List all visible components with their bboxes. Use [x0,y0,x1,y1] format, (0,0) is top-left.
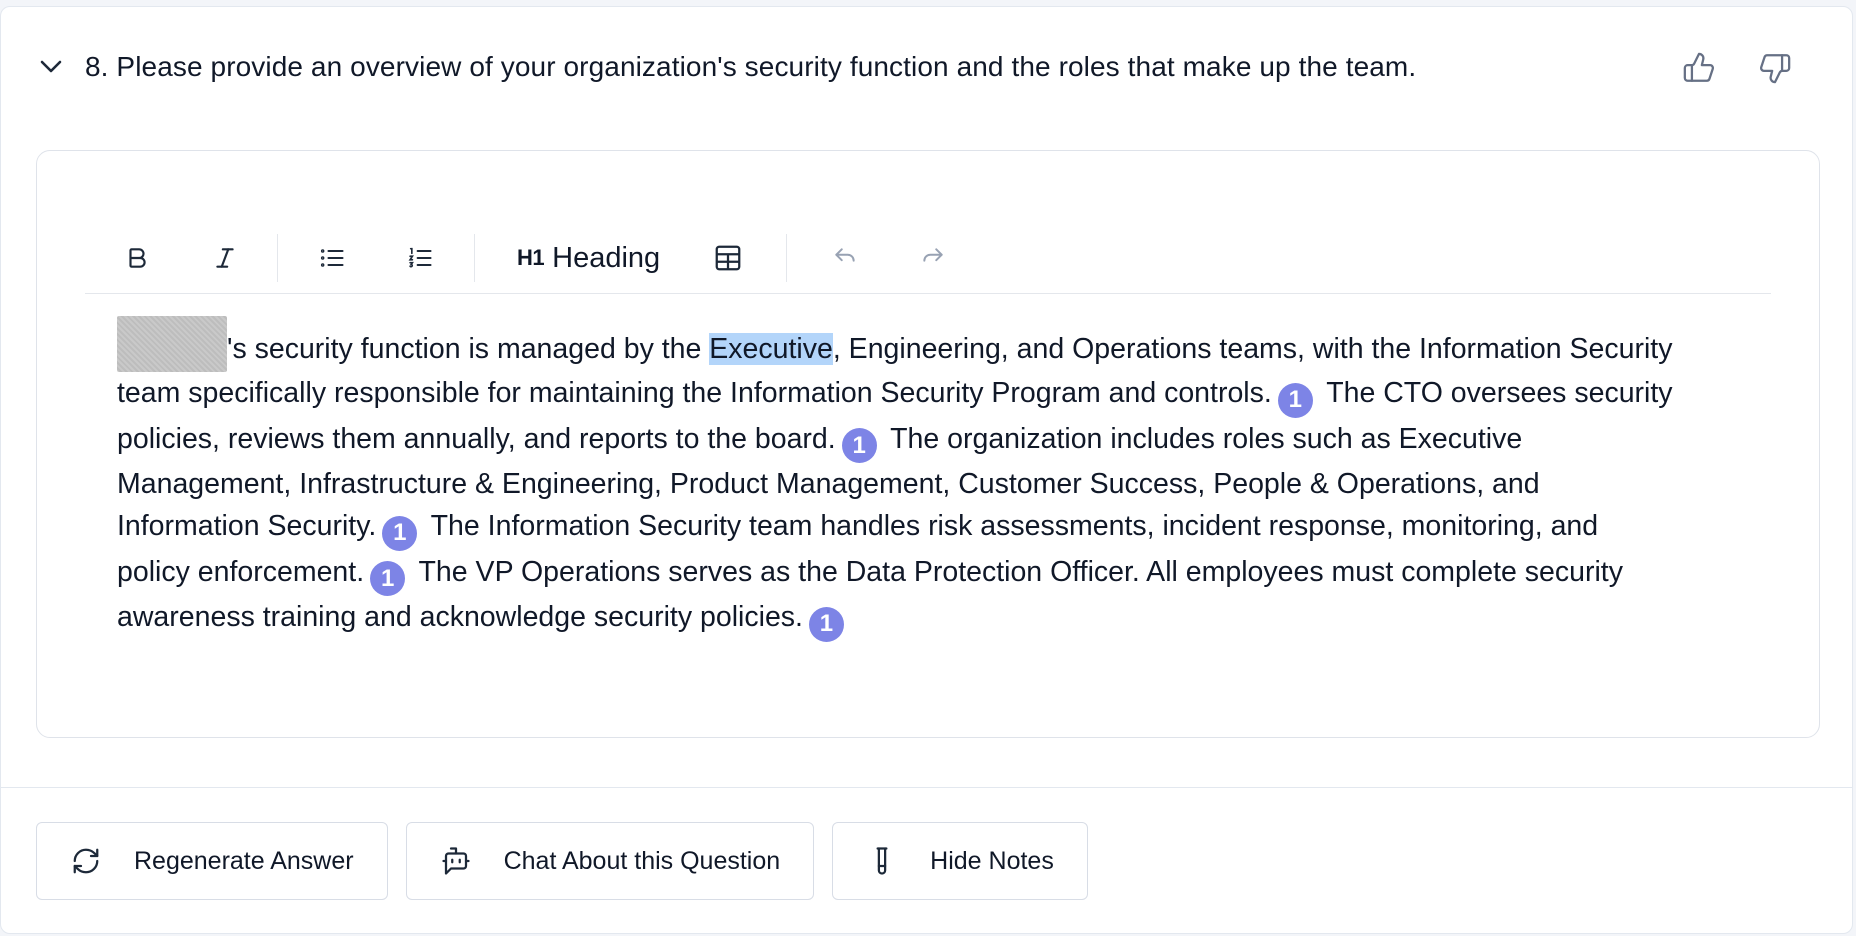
test-tube-icon [866,845,898,877]
regenerate-answer-label: Regenerate Answer [134,846,354,875]
toolbar-divider [786,234,788,282]
question-card: 8. Please provide an overview of your or… [0,6,1853,934]
chevron-down-icon[interactable] [39,55,63,79]
undo-icon[interactable] [823,236,867,280]
question-title: 8. Please provide an overview of your or… [85,51,1417,82]
h1-icon: H1 [517,245,545,270]
editor-toolbar: H1 Heading [85,223,1771,294]
refresh-icon [70,845,102,877]
table-icon[interactable] [706,236,750,280]
numbered-list-icon[interactable] [398,236,442,280]
thumbs-down-icon[interactable] [1758,51,1792,85]
action-bar: Regenerate Answer Chat About this Questi… [36,822,1088,900]
bot-icon [440,845,472,877]
citation-badge[interactable]: 1 [841,428,877,463]
bold-icon[interactable] [115,236,159,280]
citation-badge[interactable]: 1 [382,515,418,551]
toolbar-divider [277,234,278,282]
italic-icon[interactable] [203,236,247,280]
redacted-company-name [117,316,227,372]
answer-text[interactable]: 's security function is managed by the E… [117,316,1677,642]
citation-badge[interactable]: 1 [1277,382,1313,418]
thumbs-up-icon[interactable] [1682,51,1716,85]
heading-button[interactable]: H1 Heading [517,236,660,280]
hide-notes-label: Hide Notes [930,846,1054,875]
chat-about-question-label: Chat About this Question [503,846,781,875]
bullet-list-icon[interactable] [310,236,354,280]
feedback-buttons [1682,51,1792,85]
regenerate-answer-button[interactable]: Regenerate Answer [36,822,388,900]
question-header: 8. Please provide an overview of your or… [39,43,1812,91]
citation-badge[interactable]: 1 [370,561,406,596]
chat-about-question-button[interactable]: Chat About this Question [405,822,815,900]
heading-label: Heading [552,241,661,274]
hide-notes-button[interactable]: Hide Notes [832,822,1088,900]
citation-badge[interactable]: 1 [808,606,844,642]
answer-editor: H1 Heading 's security function is manag… [36,150,1820,738]
redo-icon[interactable] [911,236,955,280]
selected-text: Executive [709,333,833,365]
section-divider [1,787,1852,788]
answer-segment: 's security function is managed by the [227,333,710,365]
toolbar-divider [474,234,475,282]
